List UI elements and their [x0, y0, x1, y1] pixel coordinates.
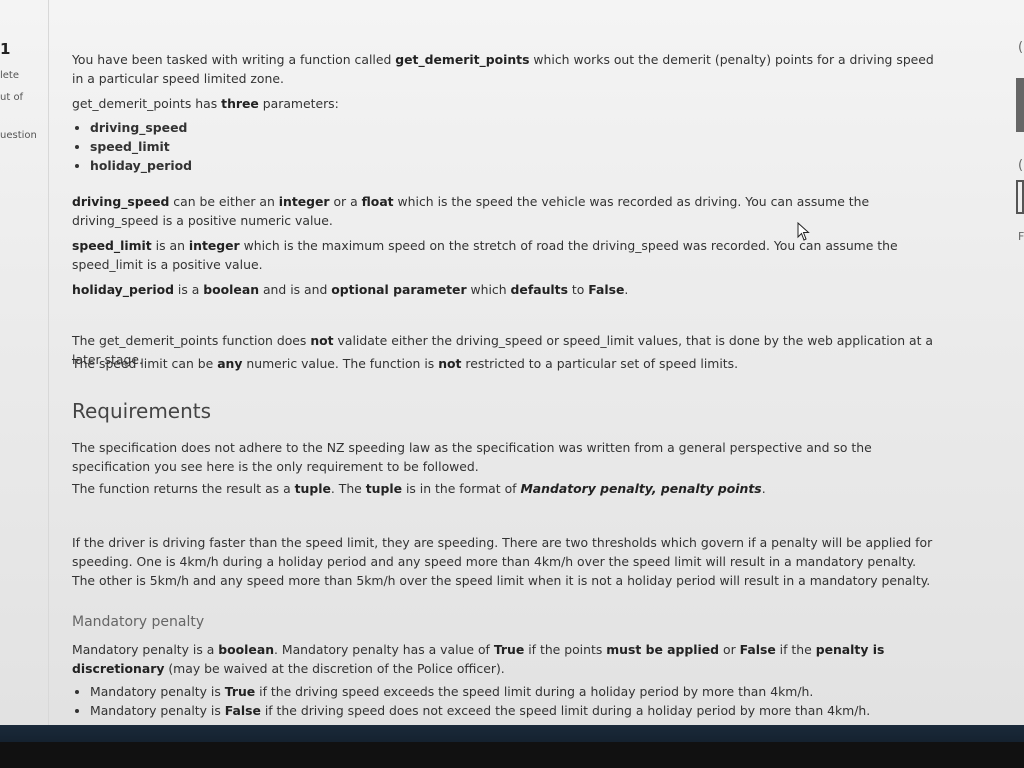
desc-text: can be either an	[169, 194, 279, 209]
mandatory-text: if the	[775, 642, 816, 657]
mouse-cursor-icon	[797, 222, 810, 241]
right-rail-fragment: (	[1018, 158, 1024, 173]
desc-text: is an	[151, 238, 189, 253]
driving-speed-desc: driving_speed can be either an integer o…	[72, 192, 942, 230]
list-item: Mandatory penalty is True if the driving…	[90, 682, 942, 701]
note-text: numeric value. The function is	[242, 356, 439, 371]
note-text: The speed limit can be	[72, 356, 218, 371]
value-true: True	[224, 684, 256, 699]
holiday-period-desc: holiday_period is a boolean and is and o…	[72, 280, 942, 299]
thresholds-paragraph: If the driver is driving faster than the…	[72, 533, 942, 590]
param-name: driving_speed	[72, 194, 170, 209]
desc-text: which	[466, 282, 511, 297]
params-intro-pre: get_demerit_points has	[72, 96, 222, 111]
mandatory-text: Mandatory penalty is a	[72, 642, 219, 657]
mandatory-text: if the points	[524, 642, 607, 657]
function-name: get_demerit_points	[395, 52, 530, 67]
note-emphasis: not	[438, 356, 462, 371]
mandatory-paragraph: Mandatory penalty is a boolean. Mandator…	[72, 640, 942, 678]
requirements-paragraph: The specification does not adhere to the…	[72, 438, 942, 476]
left-divider	[48, 0, 49, 725]
note-text: The get_demerit_points function does	[72, 333, 311, 348]
param-item: driving_speed	[90, 118, 942, 137]
params-intro: get_demerit_points has three parameters:	[72, 94, 942, 113]
param-item: speed_limit	[90, 137, 942, 156]
mandatory-list: Mandatory penalty is True if the driving…	[72, 682, 942, 720]
tuple-word: tuple	[294, 481, 331, 496]
desc-text: or a	[329, 194, 362, 209]
right-rail-box	[1016, 180, 1024, 214]
param-name: holiday_period	[72, 282, 174, 297]
requirements-heading: Requirements	[72, 399, 212, 423]
left-rail: 1 lete ut of uestion	[0, 0, 48, 725]
type-integer: integer	[278, 194, 330, 209]
note-text: restricted to a particular set of speed …	[461, 356, 739, 371]
value-false: False	[224, 703, 261, 718]
list-text: Mandatory penalty is	[90, 684, 225, 699]
desc-text: and is and	[259, 282, 332, 297]
tuple-text: .	[761, 481, 766, 496]
question-number: 1	[0, 40, 11, 58]
screen: 1 lete ut of uestion You have been taske…	[0, 0, 1024, 725]
mandatory-text: or	[719, 642, 740, 657]
tuple-text: . The	[330, 481, 366, 496]
params-intro-post: parameters:	[258, 96, 339, 111]
speed-limit-desc: speed_limit is an integer which is the m…	[72, 236, 942, 274]
marks-label[interactable]: ut of	[0, 92, 23, 103]
desc-text: to	[567, 282, 589, 297]
tuple-word: tuple	[365, 481, 403, 496]
thresholds-text: If the driver is driving faster than the…	[72, 535, 933, 588]
param-item: holiday_period	[90, 156, 942, 175]
defaults-label: defaults	[510, 282, 568, 297]
intro-text-pre: You have been tasked with writing a func…	[72, 52, 396, 67]
optional-label: optional parameter	[331, 282, 467, 297]
note-emphasis: not	[310, 333, 334, 348]
params-list: driving_speed speed_limit holiday_period	[72, 118, 942, 175]
default-value: False	[588, 282, 625, 297]
monitor-bezel-edge	[0, 742, 1024, 768]
mandatory-text: . Mandatory penalty has a value of	[274, 642, 494, 657]
type-boolean: boolean	[218, 642, 275, 657]
list-text: Mandatory penalty is	[90, 703, 225, 718]
tuple-text: The function returns the result as a	[72, 481, 295, 496]
param-name: speed_limit	[72, 238, 152, 253]
desc-text: .	[624, 282, 629, 297]
quiz-status-label: lete	[0, 70, 20, 81]
flag-question-label[interactable]: uestion	[0, 130, 37, 141]
list-text: if the driving speed does not exceed the…	[260, 703, 871, 718]
right-rail-fragment: (	[1018, 40, 1024, 55]
type-integer: integer	[188, 238, 240, 253]
mandatory-heading: Mandatory penalty	[72, 614, 205, 630]
intro-paragraph: You have been tasked with writing a func…	[72, 50, 942, 88]
speed-limit-note: The speed limit can be any numeric value…	[72, 354, 942, 373]
desc-text: is a	[173, 282, 204, 297]
right-rail-bar	[1016, 78, 1024, 132]
list-text: if the driving speed exceeds the speed l…	[255, 684, 814, 699]
value-false: False	[739, 642, 776, 657]
type-float: float	[361, 194, 394, 209]
list-item: Mandatory penalty is False if the drivin…	[90, 701, 942, 720]
requirements-text: The specification does not adhere to the…	[72, 440, 872, 474]
value-true: True	[493, 642, 525, 657]
type-boolean: boolean	[203, 282, 260, 297]
tuple-paragraph: The function returns the result as a tup…	[72, 479, 942, 498]
must-be-applied: must be applied	[606, 642, 720, 657]
note-emphasis: any	[217, 356, 243, 371]
mandatory-text: (may be waived at the discretion of the …	[164, 661, 505, 676]
right-rail-fragment[interactable]: Fi	[1018, 230, 1024, 243]
tuple-text: is in the format of	[402, 481, 521, 496]
params-count: three	[221, 96, 259, 111]
intro-text: You have been tasked with writing a func…	[72, 50, 942, 88]
tuple-format: Mandatory penalty, penalty points	[520, 481, 762, 496]
